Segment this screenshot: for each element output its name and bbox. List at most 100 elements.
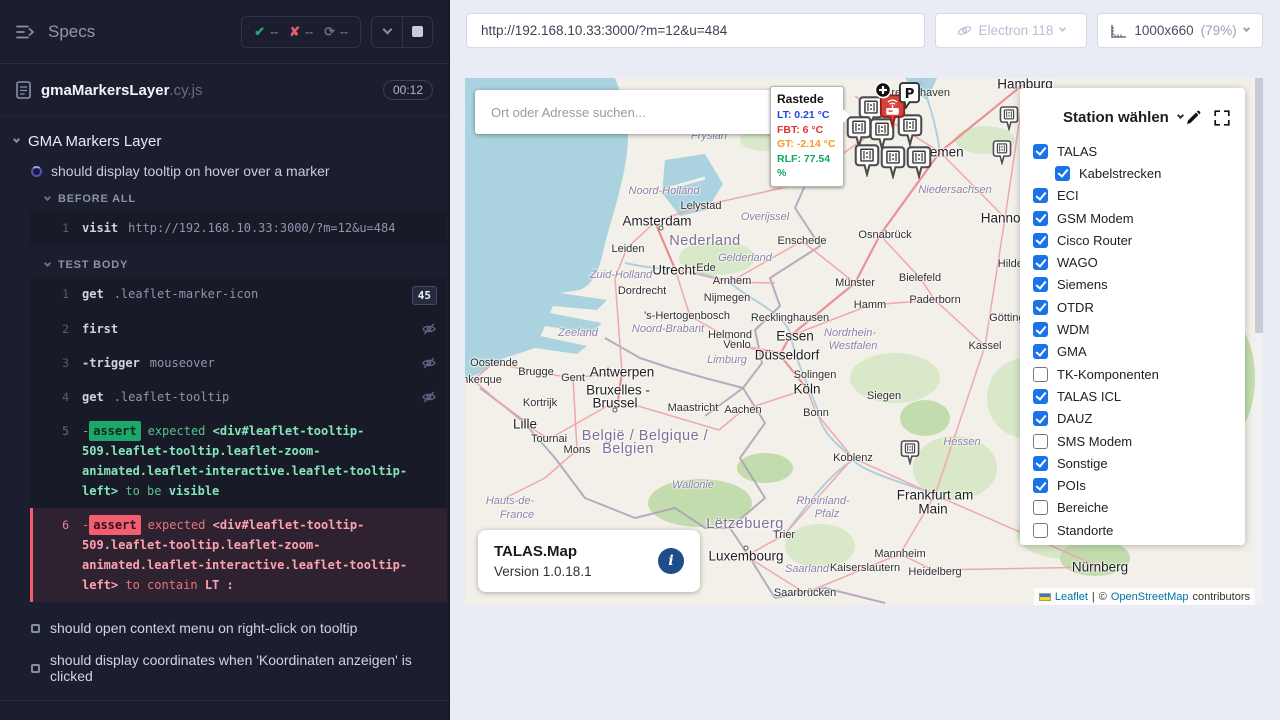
command-body: -triggermouseover: [82, 353, 413, 373]
stop-button[interactable]: [402, 17, 432, 47]
station-checkbox[interactable]: [1055, 166, 1070, 181]
stat-passed: ✔--: [254, 24, 278, 40]
station-label: WDM: [1057, 322, 1090, 337]
marker-tooltip[interactable]: Rastede LT: 0.21 °CFBT: 6 °CGT: -2.14 °C…: [770, 86, 844, 187]
passed-check-icon: ✔: [254, 24, 265, 40]
command-row[interactable]: 1get.leaflet-marker-icon45: [30, 277, 447, 312]
edit-pencil-icon[interactable]: [1185, 110, 1201, 126]
command-indicators: [421, 387, 437, 407]
test-row[interactable]: should display tooltip on hover over a m…: [31, 163, 449, 179]
station-select[interactable]: Station wählen: [1063, 109, 1183, 126]
viewport-selector[interactable]: 1000x660 (79%): [1097, 13, 1263, 48]
station-checkbox[interactable]: [1033, 255, 1048, 270]
station-checkbox[interactable]: [1033, 322, 1048, 337]
test-running-icon: [31, 166, 42, 177]
station-marker[interactable]: [880, 146, 906, 184]
station-panel: Station wählen TALASKabelstreckenECIGS: [1020, 88, 1245, 545]
command-row[interactable]: 5-assertexpected <div#leaflet-tooltip-50…: [30, 414, 447, 508]
collapse-button[interactable]: [372, 17, 402, 47]
station-label: POIs: [1057, 478, 1086, 493]
station-list-item: POIs: [1033, 474, 1232, 496]
station-checkbox[interactable]: [1033, 523, 1048, 538]
suite-title: GMA Markers Layer: [28, 133, 161, 150]
cypress-reporter: Specs ✔-- ✘-- ⟳-- gmaMarkersLayer.cy.js …: [0, 0, 450, 720]
station-list-item: Cisco Router: [1033, 229, 1232, 251]
station-checkbox[interactable]: [1033, 144, 1048, 159]
station-checkbox[interactable]: [1033, 211, 1048, 226]
station-checkbox[interactable]: [1033, 233, 1048, 248]
command-row[interactable]: 2first: [30, 312, 447, 346]
command-number: 1: [30, 284, 82, 305]
leaflet-link[interactable]: Leaflet: [1055, 591, 1088, 603]
station-checkbox[interactable]: [1033, 500, 1048, 515]
search-input[interactable]: [475, 105, 785, 120]
station-label: OTDR: [1057, 300, 1094, 315]
station-list-item: DAUZ: [1033, 408, 1232, 430]
command-body: get.leaflet-tooltip: [82, 387, 413, 407]
geocoder-search[interactable]: [475, 90, 785, 134]
hook-header[interactable]: TEST BODY: [45, 259, 449, 271]
station-list-item: TK-Komponenten: [1033, 363, 1232, 385]
command-row[interactable]: 6-assertexpected <div#leaflet-tooltip-50…: [30, 508, 447, 602]
station-list-item: Kabelstrecken: [1055, 162, 1232, 184]
url-bar[interactable]: http://192.168.10.33:3000/?m=12&u=484: [466, 13, 925, 48]
station-list-item: SMS Modem: [1033, 430, 1232, 452]
plus-marker[interactable]: [874, 81, 892, 104]
station-marker[interactable]: [900, 440, 920, 470]
reporter-divider: [0, 700, 449, 701]
station-marker[interactable]: [854, 144, 880, 182]
station-list-item: TALAS ICL: [1033, 385, 1232, 407]
hidden-eye-icon: [421, 321, 437, 337]
command-row[interactable]: 1visithttp://192.168.10.33:3000/?m=12&u=…: [30, 211, 447, 245]
hook-header[interactable]: BEFORE ALL: [45, 193, 449, 205]
station-checkbox[interactable]: [1033, 456, 1048, 471]
specs-label: Specs: [48, 22, 95, 42]
station-checkbox[interactable]: [1033, 411, 1048, 426]
app-under-test: FryslânNoord-HollandLelystadAmsterdamNed…: [465, 78, 1263, 605]
expand-fullscreen-icon[interactable]: [1214, 110, 1230, 126]
command-row[interactable]: 3-triggermouseover: [30, 346, 447, 380]
station-checkbox[interactable]: [1033, 478, 1048, 493]
pending-test-row[interactable]: should display coordinates when 'Koordin…: [31, 652, 449, 684]
chevron-down-icon: [382, 25, 392, 35]
station-label: Cisco Router: [1057, 233, 1132, 248]
station-checkbox[interactable]: [1033, 389, 1048, 404]
station-checkbox[interactable]: [1033, 277, 1048, 292]
chevron-down-icon: [1059, 25, 1066, 32]
failed-x-icon: ✘: [289, 24, 300, 40]
station-label: Bereiche: [1057, 500, 1108, 515]
info-button[interactable]: i: [658, 548, 684, 574]
viewport-size: 1000x660: [1134, 23, 1193, 38]
station-marker[interactable]: [999, 106, 1019, 136]
browser-selector[interactable]: Electron 118: [935, 13, 1087, 48]
command-body: first: [82, 319, 413, 339]
osm-link[interactable]: OpenStreetMap: [1111, 591, 1189, 603]
station-label: Sonstige: [1057, 456, 1108, 471]
station-label: ECI: [1057, 188, 1079, 203]
command-row[interactable]: 4get.leaflet-tooltip: [30, 380, 447, 414]
aut-scrollbar[interactable]: [1255, 78, 1263, 605]
parking-marker[interactable]: P: [899, 82, 920, 114]
tooltip-value-row: GT: -2.14 °C: [777, 137, 837, 152]
command-log: BEFORE ALL 1visithttp://192.168.10.33:300…: [0, 193, 449, 602]
station-checkbox[interactable]: [1033, 434, 1048, 449]
station-marker[interactable]: [992, 140, 1012, 170]
tooltip-title: Rastede: [777, 92, 837, 106]
station-marker[interactable]: [906, 146, 932, 184]
chevron-down-icon: [44, 193, 51, 200]
station-checkbox[interactable]: [1033, 367, 1048, 382]
station-list-item: ECI: [1033, 185, 1232, 207]
station-checkbox[interactable]: [1033, 344, 1048, 359]
spec-duration-badge: 00:12: [383, 80, 433, 100]
command-number: 2: [30, 319, 82, 339]
stage: http://192.168.10.33:3000/?m=12&u=484 El…: [450, 0, 1280, 720]
element-count-badge: 45: [412, 286, 437, 305]
station-list-item: Bereiche: [1033, 497, 1232, 519]
station-checkbox[interactable]: [1033, 300, 1048, 315]
command-body: -assertexpected <div#leaflet-tooltip-509…: [82, 421, 437, 501]
pending-test-row[interactable]: should open context menu on right-click …: [31, 620, 449, 636]
station-checkbox[interactable]: [1033, 188, 1048, 203]
spec-row[interactable]: gmaMarkersLayer.cy.js 00:12: [0, 64, 449, 117]
suite-row[interactable]: GMA Markers Layer: [0, 117, 449, 150]
specs-menu-icon[interactable]: [16, 24, 36, 40]
